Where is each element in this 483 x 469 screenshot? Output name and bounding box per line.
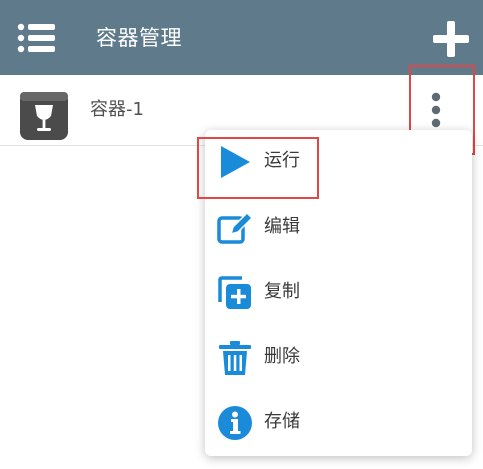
menu-item-edit[interactable]: 编辑 bbox=[205, 196, 472, 260]
menu-item-label: 复制 bbox=[264, 281, 300, 302]
menu-item-label: 编辑 bbox=[264, 216, 300, 237]
add-icon[interactable] bbox=[432, 20, 470, 58]
copy-icon bbox=[218, 276, 251, 309]
wine-glass-container-icon bbox=[20, 92, 68, 140]
menu-item-label: 删除 bbox=[264, 346, 300, 367]
container-name: 容器-1 bbox=[90, 99, 144, 120]
run-item-highlight bbox=[197, 137, 319, 199]
menu-item-storage[interactable]: 存储 bbox=[205, 391, 472, 455]
page-title: 容器管理 bbox=[96, 26, 182, 50]
info-icon bbox=[218, 406, 252, 440]
hamburger-menu-icon[interactable] bbox=[17, 22, 57, 54]
edit-icon bbox=[217, 211, 253, 244]
menu-item-copy[interactable]: 复制 bbox=[205, 261, 472, 325]
menu-item-delete[interactable]: 删除 bbox=[205, 326, 472, 390]
trash-icon bbox=[219, 341, 251, 375]
menu-item-label: 存储 bbox=[264, 411, 300, 432]
app-header: 容器管理 bbox=[0, 0, 483, 75]
